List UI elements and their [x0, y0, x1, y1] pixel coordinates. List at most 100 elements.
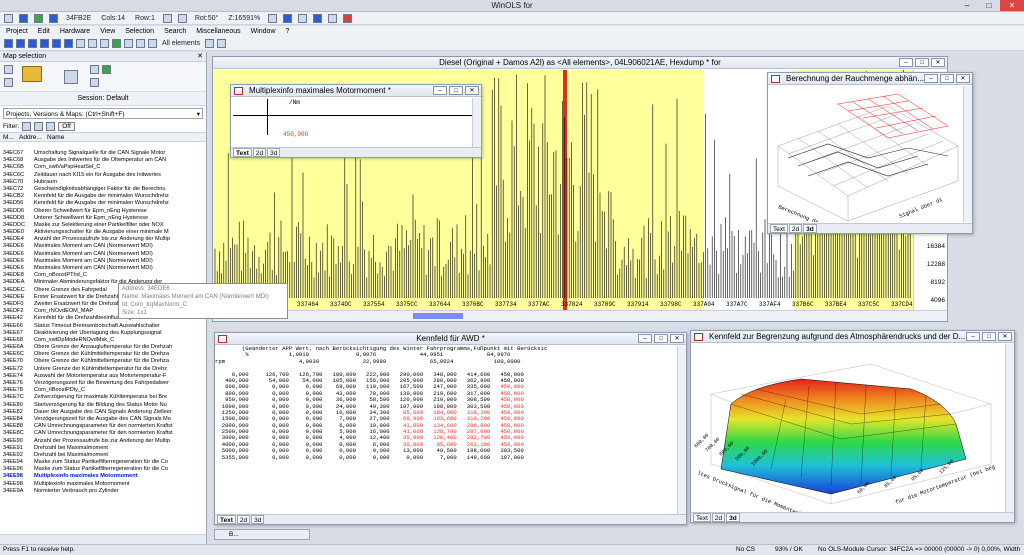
next-icon[interactable]	[52, 39, 61, 48]
rotation-readout[interactable]: Rot:50°	[193, 15, 220, 22]
map-list-item[interactable]: 34EE98 Multiplexinfo maximales Motormomen…	[0, 481, 206, 488]
hexdump-scrollbar[interactable]	[213, 310, 947, 321]
map-list-item[interactable]: 34EC6B Com_swtVaPspHeatSel_C	[0, 164, 206, 171]
multiplex-value[interactable]: 450,000	[283, 131, 308, 138]
map-list-item[interactable]: 34EDE4 Anzahl der Prozessaufrufe bis zur …	[0, 236, 206, 243]
last-icon[interactable]	[64, 39, 73, 48]
map-list-item[interactable]: 34EE74 Auswahl der Motortemperatur aus Mo…	[0, 373, 206, 380]
refresh-icon[interactable]	[102, 65, 111, 74]
map-icon[interactable]	[100, 39, 109, 48]
win-min-button[interactable]: –	[924, 74, 938, 83]
nav-right-icon[interactable]	[177, 13, 187, 23]
row-readout[interactable]: Row:1	[133, 15, 157, 22]
percent-icon[interactable]	[313, 13, 323, 23]
prev-icon[interactable]	[16, 39, 25, 48]
win-close-button[interactable]: ✕	[670, 334, 684, 343]
panel-scrollbar[interactable]	[0, 534, 206, 544]
map-list-item[interactable]: 34ED56 Kennfeld für die Ausgabe der minim…	[0, 200, 206, 207]
label-icon[interactable]	[124, 39, 133, 48]
session-label[interactable]: Session: Default	[0, 92, 206, 106]
elements-selector[interactable]: All elements	[160, 40, 202, 47]
menu-project[interactable]: Project	[6, 28, 28, 35]
kennfeld-atm-3d-plot[interactable]: ltes Drucksignal für die Momentenbegrenz…	[691, 344, 1003, 512]
menu-edit[interactable]: Edit	[38, 28, 50, 35]
win-close-button[interactable]: ✕	[465, 86, 479, 95]
tab-3d[interactable]: 3d	[726, 513, 740, 522]
menu-miscellaneous[interactable]: Miscellaneous	[196, 28, 240, 35]
win-min-button[interactable]: –	[433, 86, 447, 95]
menu-window[interactable]: Window	[251, 28, 276, 35]
map-list-item[interactable]: 34EE66 Status Timeout Bremsenbotschaft Au…	[0, 323, 206, 330]
maximize-button[interactable]: □	[978, 0, 1000, 11]
map-list-item[interactable]: 34EE8C CAN Umrechnungsparameter für den n…	[0, 430, 206, 437]
col-m[interactable]: M...	[0, 133, 16, 141]
win-max-button[interactable]: □	[915, 58, 929, 67]
first-icon[interactable]	[4, 39, 13, 48]
tab-text[interactable]: Text	[233, 148, 252, 157]
map-list-item[interactable]: 34EE72 Untere Grenze der Kühlmitteltemper…	[0, 366, 206, 373]
map-list-item[interactable]: 34EE96 Maske zum Status Partikelfilterreg…	[0, 466, 206, 473]
kennfeld-awd-table[interactable]: (Geänderter APP Wert, nach Berücksichtig…	[215, 346, 678, 516]
map-list-item[interactable]: 34EE68 Com_swtDpModeRNOvdMsk_C	[0, 337, 206, 344]
map-list-item[interactable]: 34EE91 Drehzahl bei Maximalmoment	[0, 445, 206, 452]
col-name[interactable]: Name	[44, 133, 64, 141]
filter-icon[interactable]	[22, 122, 32, 131]
map-list-item[interactable]: 34EE76 Verzögerungszeit für die Bewertung…	[0, 380, 206, 387]
map-list-item[interactable]: 34EE90 Anzahl der Prozessaufrufe bis zur …	[0, 438, 206, 445]
tab-2d[interactable]: 2d	[236, 515, 251, 524]
map-list-item[interactable]: 34EE6A Obere Grenze der Ansaugluftemperat…	[0, 344, 206, 351]
import-file-icon[interactable]	[64, 70, 78, 84]
map-list-item[interactable]: 34EE67 Deaktivierung der Überlagung des K…	[0, 330, 206, 337]
map-list-item[interactable]: 34EE78 Com_tiBoostPDly_C	[0, 387, 206, 394]
win-close-button[interactable]: ✕	[956, 74, 970, 83]
map-list-item[interactable]: 34EC72 Geschwindigkeitsabhängiger Faktor …	[0, 186, 206, 193]
tab-2d[interactable]: 2d	[252, 148, 267, 157]
scroll-thumb[interactable]	[413, 313, 463, 319]
help-icon[interactable]	[205, 39, 215, 48]
kennfeld-atm-scrollbar[interactable]	[1005, 344, 1014, 512]
copy-icon[interactable]	[90, 65, 99, 74]
save-icon[interactable]	[19, 13, 28, 23]
tab-text[interactable]: Text	[693, 513, 711, 522]
map-list-item[interactable]: 34EDDC Maske zur Selektierung einer Parti…	[0, 222, 206, 229]
kennfeld-awd-scrollbar[interactable]	[677, 346, 686, 516]
map-list-item[interactable]: 34EC70 Hubraum	[0, 179, 206, 186]
text-icon[interactable]	[136, 39, 145, 48]
map-list-item[interactable]: 34EDD6 Oberer Schwellwert für Epm_nEng Hy…	[0, 208, 206, 215]
menu-help[interactable]: ?	[286, 28, 290, 35]
menu-search[interactable]: Search	[164, 28, 186, 35]
map-list-item[interactable]: 34EDE0 Aktivierungsschalter für die Ausga…	[0, 229, 206, 236]
map-list-item[interactable]: 34EC6C Zeitdauer nach KI15 ein für Ausgab…	[0, 172, 206, 179]
settings-icon[interactable]	[90, 78, 99, 87]
close-button[interactable]: ✕	[1000, 0, 1024, 11]
import-icon[interactable]	[34, 13, 43, 23]
map-list-item[interactable]: 34ECB2 Kennfeld für die Ausgabe der minim…	[0, 193, 206, 200]
diff-icon[interactable]	[343, 13, 353, 23]
map-list-item[interactable]: 34EE82 Dauer der Ausgabe des CAN Signals …	[0, 409, 206, 416]
tab-text[interactable]: Text	[770, 224, 788, 233]
forward-icon[interactable]	[40, 39, 49, 48]
map-list-item[interactable]: 34EE84 Verzögerungszeit für die Ausgabe d…	[0, 416, 206, 423]
find-icon[interactable]	[76, 39, 85, 48]
grid-icon[interactable]	[268, 13, 278, 23]
multiplex-scrollbar[interactable]	[472, 98, 481, 148]
cols-readout[interactable]: Cols:14	[99, 15, 127, 22]
open-icon[interactable]	[4, 13, 13, 23]
map-list-item[interactable]: 34EE6C Obere Grenze der Kühlmitteltempera…	[0, 351, 206, 358]
map-list-item[interactable]: 34EE70 Obere Grenze der Kühlmitteltempera…	[0, 358, 206, 365]
map-list-item[interactable]: 34EC67 Umschaltung Signalquelle für die C…	[0, 150, 206, 157]
filter-mode-icon[interactable]	[46, 122, 56, 131]
menu-selection[interactable]: Selection	[125, 28, 154, 35]
layout-icon[interactable]	[148, 39, 157, 48]
address-readout[interactable]: 34FB2E	[64, 15, 93, 22]
tab-3d[interactable]: 3d	[251, 515, 265, 524]
map-list-item[interactable]: 34EE92 Drehzahl bei Maximalmoment	[0, 452, 206, 459]
display-icon[interactable]	[49, 13, 58, 23]
panel-close-icon[interactable]: ✕	[197, 52, 203, 62]
new-project-icon[interactable]	[4, 65, 13, 74]
text-view-icon[interactable]	[298, 13, 308, 23]
hex-view-icon[interactable]	[283, 13, 293, 23]
win-close-button[interactable]: ✕	[998, 332, 1012, 341]
tab-3d[interactable]: 3d	[803, 224, 817, 233]
minimized-window-button[interactable]: B...	[214, 529, 310, 540]
